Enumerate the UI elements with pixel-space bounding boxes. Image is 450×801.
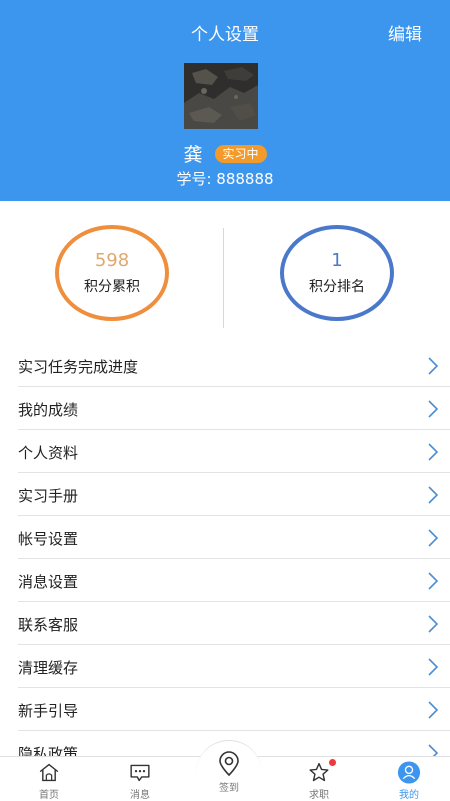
points-total-value: 598 bbox=[94, 250, 130, 271]
chevron-right-icon bbox=[428, 572, 439, 590]
tab-home[interactable]: 首页 bbox=[4, 757, 94, 801]
menu-item-label: 个人资料 bbox=[18, 444, 79, 462]
home-icon bbox=[39, 763, 59, 782]
chevron-right-icon bbox=[428, 400, 439, 418]
star-icon bbox=[309, 762, 329, 782]
chevron-right-icon bbox=[428, 443, 439, 461]
menu-item-internship-handbook[interactable]: 实习手册 bbox=[18, 473, 450, 516]
tab-label: 我的 bbox=[399, 790, 419, 801]
tab-label: 首页 bbox=[39, 790, 59, 801]
bottom-tab-bar: 首页 消息 签到 求职 我的 bbox=[0, 740, 450, 801]
points-rank-label: 积分排名 bbox=[309, 279, 365, 295]
tab-label: 消息 bbox=[130, 790, 150, 801]
page-title: 个人设置 bbox=[191, 25, 259, 45]
points-stats: 598 积分累积 1 积分排名 bbox=[0, 201, 450, 344]
student-id-value: 888888 bbox=[216, 170, 274, 188]
message-icon bbox=[130, 764, 150, 782]
profile-header: 个人设置 编辑 龚实习中 学号: 888888 bbox=[0, 0, 450, 201]
menu-item-label: 新手引导 bbox=[18, 702, 79, 720]
tab-jobs[interactable]: 求职 bbox=[274, 757, 364, 801]
status-badge: 实习中 bbox=[214, 144, 267, 163]
chevron-right-icon bbox=[428, 658, 439, 676]
tab-me[interactable]: 我的 bbox=[364, 757, 450, 801]
points-total-label: 积分累积 bbox=[84, 279, 140, 295]
avatar-photo bbox=[184, 63, 258, 129]
edit-button[interactable]: 编辑 bbox=[388, 20, 422, 45]
points-rank-value: 1 bbox=[331, 250, 343, 271]
user-name: 龚 bbox=[183, 144, 203, 166]
menu-item-label: 我的成绩 bbox=[18, 401, 79, 419]
menu-item-message-settings[interactable]: 消息设置 bbox=[18, 559, 450, 602]
student-id-row: 学号: 888888 bbox=[0, 168, 450, 189]
points-rank-circle[interactable]: 1 积分排名 bbox=[280, 225, 394, 321]
chevron-right-icon bbox=[428, 357, 439, 375]
menu-item-label: 帐号设置 bbox=[18, 530, 79, 548]
stats-divider bbox=[223, 228, 224, 328]
menu-item-label: 实习任务完成进度 bbox=[18, 358, 139, 376]
chevron-right-icon bbox=[428, 486, 439, 504]
chevron-right-icon bbox=[428, 701, 439, 719]
tab-checkin[interactable]: 签到 bbox=[184, 751, 274, 801]
name-row: 龚实习中 bbox=[0, 140, 450, 166]
menu-item-contact-support[interactable]: 联系客服 bbox=[18, 602, 450, 645]
menu-item-clear-cache[interactable]: 清理缓存 bbox=[18, 645, 450, 688]
menu-item-label: 清理缓存 bbox=[18, 659, 79, 677]
menu-item-label: 实习手册 bbox=[18, 487, 79, 505]
menu-item-my-grades[interactable]: 我的成绩 bbox=[18, 387, 450, 430]
menu-item-internship-progress[interactable]: 实习任务完成进度 bbox=[18, 344, 450, 387]
location-pin-icon bbox=[219, 751, 239, 777]
menu-item-account-settings[interactable]: 帐号设置 bbox=[18, 516, 450, 559]
menu-item-label: 联系客服 bbox=[18, 616, 79, 634]
notification-dot bbox=[329, 759, 336, 766]
menu-item-label: 消息设置 bbox=[18, 573, 79, 591]
menu-item-beginner-guide[interactable]: 新手引导 bbox=[18, 688, 450, 731]
student-id-label: 学号: bbox=[176, 170, 212, 188]
menu-item-personal-info[interactable]: 个人资料 bbox=[18, 430, 450, 473]
chevron-right-icon bbox=[428, 615, 439, 633]
chevron-right-icon bbox=[428, 529, 439, 547]
tab-messages[interactable]: 消息 bbox=[95, 757, 185, 801]
avatar[interactable] bbox=[184, 63, 258, 129]
points-total-circle[interactable]: 598 积分累积 bbox=[55, 225, 169, 321]
user-icon bbox=[397, 761, 421, 784]
settings-menu: 实习任务完成进度 我的成绩 个人资料 实习手册 帐号设置 消息设置 联系客服 清… bbox=[0, 344, 450, 774]
tab-label: 签到 bbox=[219, 783, 239, 794]
tab-label: 求职 bbox=[309, 790, 329, 801]
